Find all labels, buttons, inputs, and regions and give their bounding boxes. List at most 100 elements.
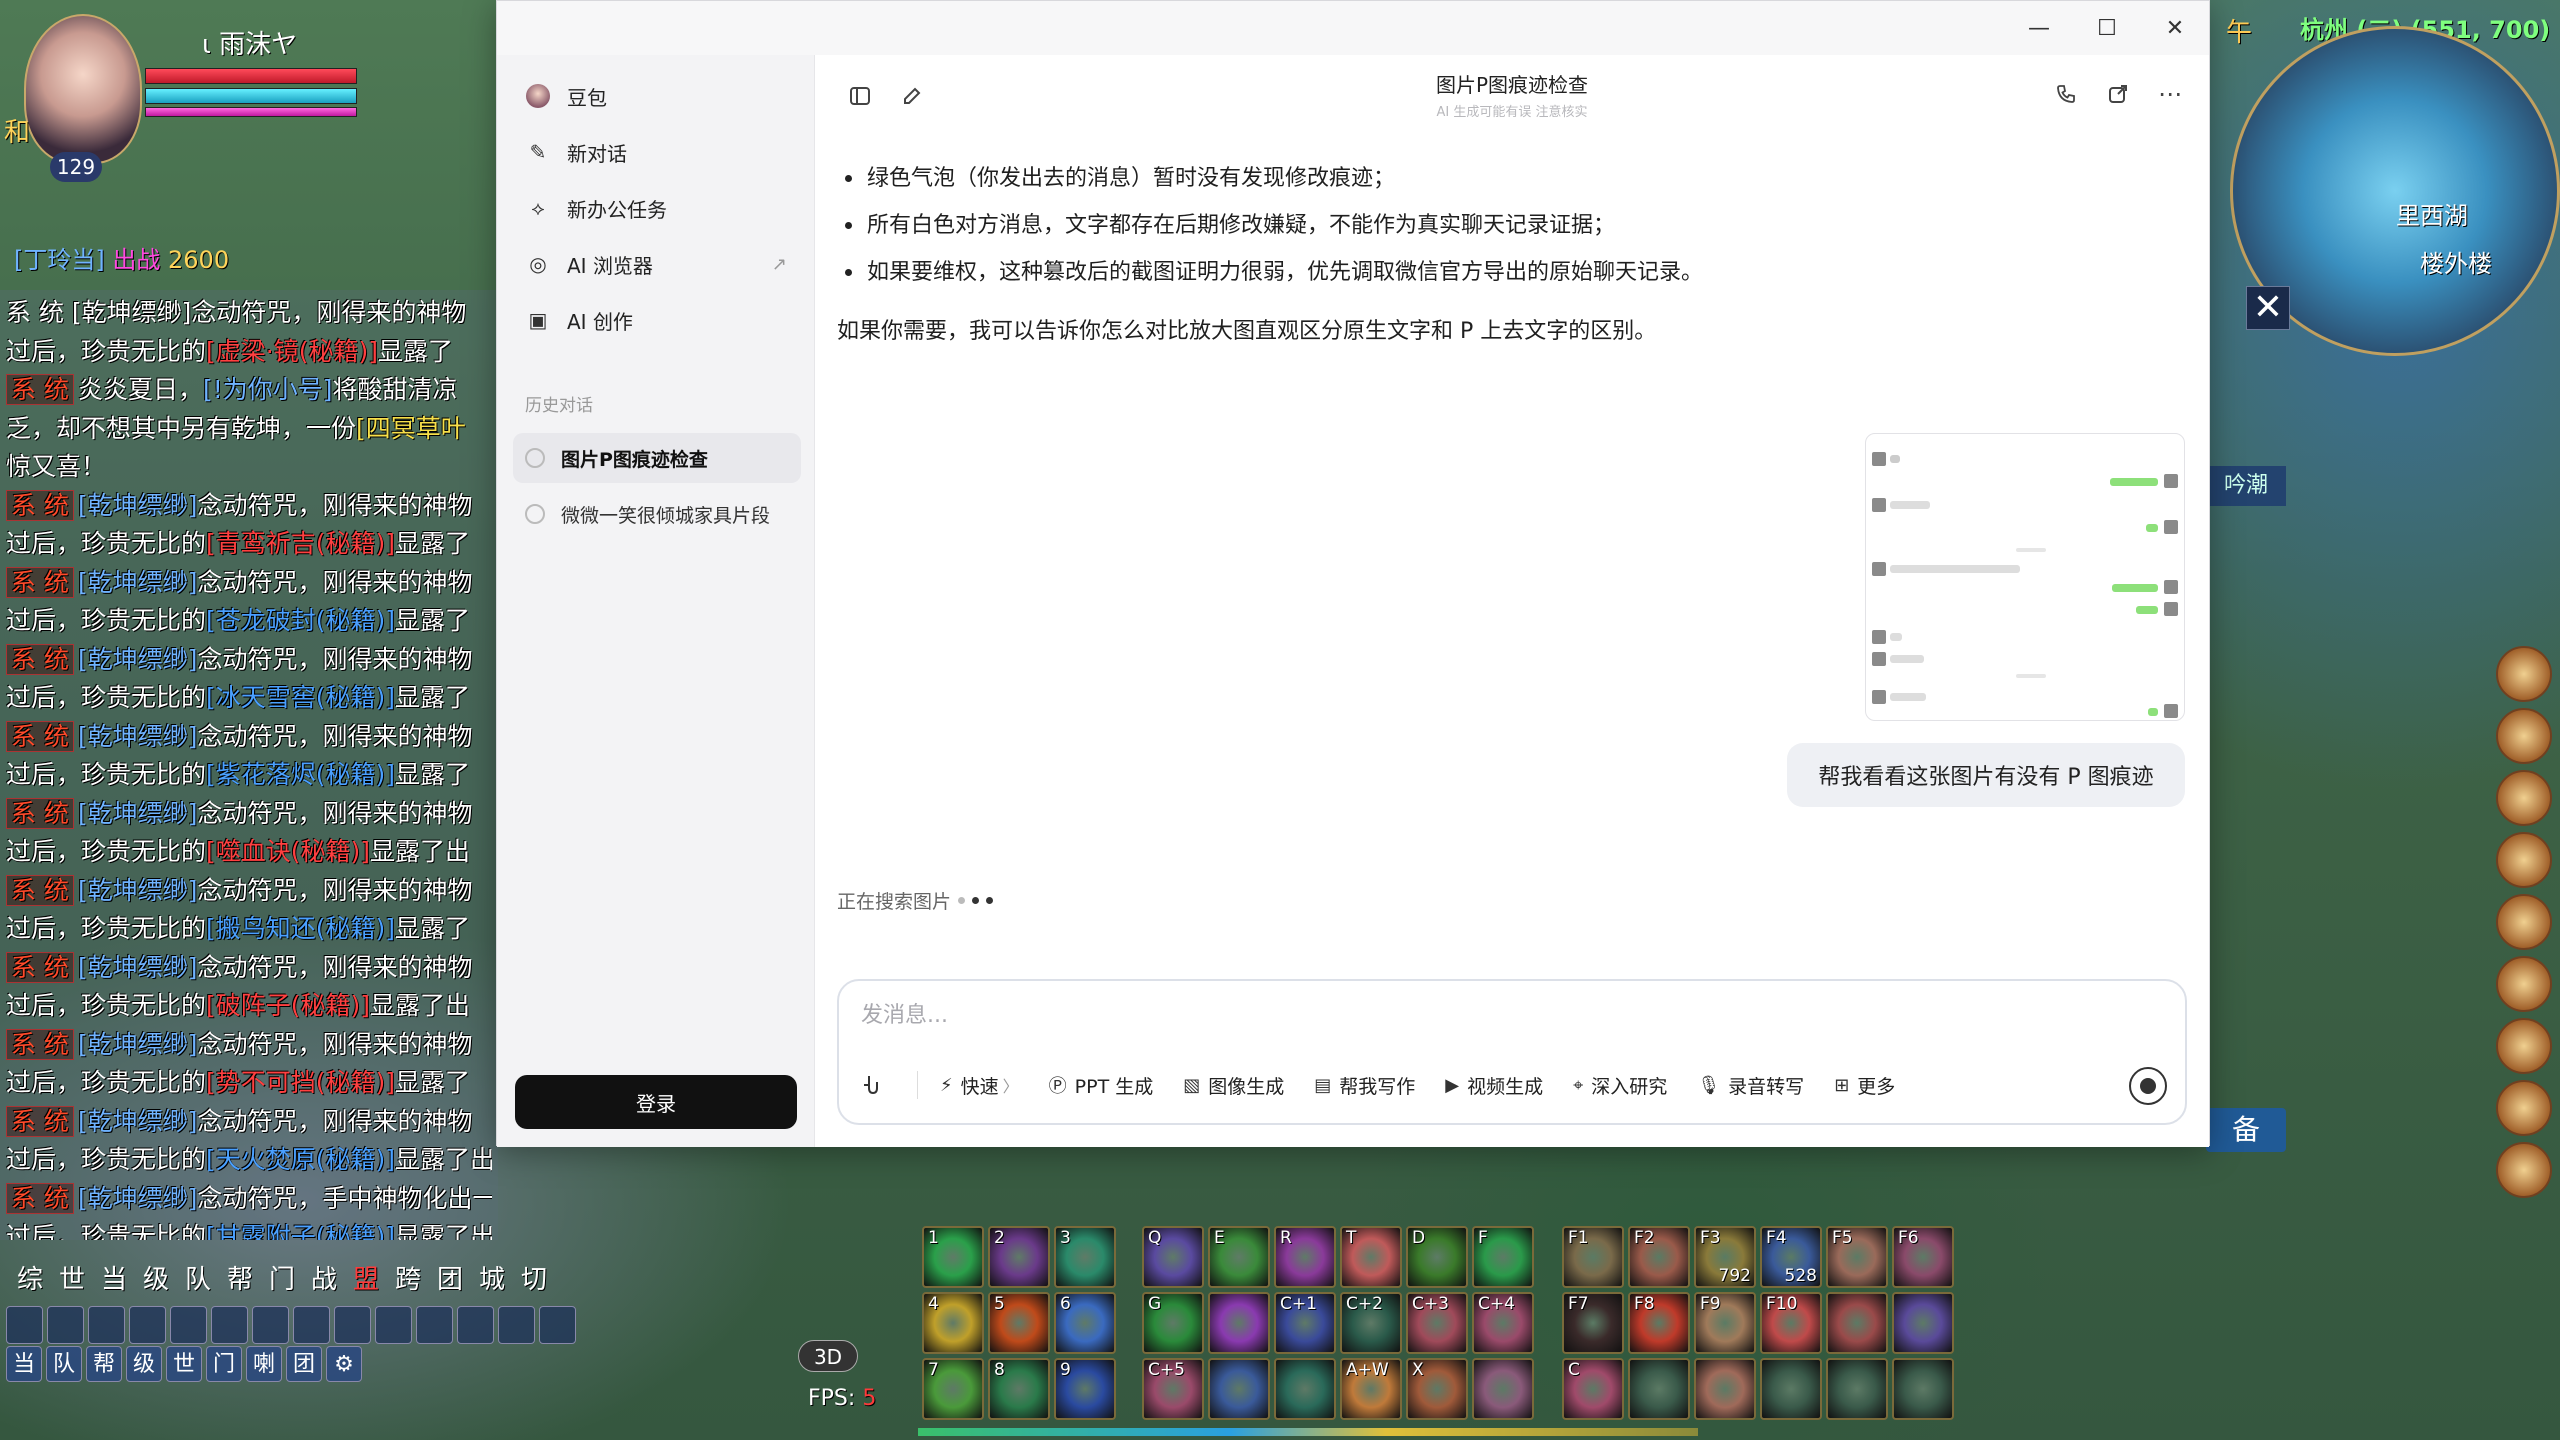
activity-icon[interactable]: [2496, 646, 2552, 702]
chat-name[interactable]: [乾坤缥缈]: [78, 953, 198, 982]
skill-slot[interactable]: [1694, 1358, 1756, 1420]
chat-tool-icon[interactable]: [211, 1306, 248, 1344]
quick-mode-button[interactable]: ⚡ 快速 〉: [940, 1072, 1019, 1099]
chat-item[interactable]: [苍龙破封(秘籍)]: [206, 606, 395, 635]
skill-slot[interactable]: 1: [922, 1226, 984, 1288]
chat-item[interactable]: [紫花落烬(秘籍)]: [206, 760, 395, 789]
chat-item[interactable]: [虚梁·镜(秘籍)]: [206, 337, 378, 366]
chat-tool-icon[interactable]: [416, 1306, 453, 1344]
side-panel-button[interactable]: 备: [2206, 1108, 2286, 1152]
chat-channel-tab[interactable]: 门: [262, 1258, 302, 1302]
skill-slot[interactable]: C: [1562, 1358, 1624, 1420]
activity-icon[interactable]: [2496, 832, 2552, 888]
history-item[interactable]: 微微一笑很倾城家具片段: [513, 489, 801, 539]
more-icon[interactable]: ⋯: [2155, 79, 2185, 109]
chat-channel-button[interactable]: 世: [166, 1346, 202, 1382]
chat-tool-icon[interactable]: [6, 1306, 43, 1344]
chat-name[interactable]: [乾坤缥缈]: [78, 1030, 198, 1059]
chat-channel-tab[interactable]: 城: [472, 1258, 512, 1302]
skill-slot[interactable]: [1208, 1292, 1270, 1354]
chat-channel-button[interactable]: 级: [126, 1346, 162, 1382]
skill-slot[interactable]: F4 528: [1760, 1226, 1822, 1288]
skill-slot[interactable]: C+5: [1142, 1358, 1204, 1420]
chat-channel-tab[interactable]: 队: [178, 1258, 218, 1302]
chat-tool-icon[interactable]: [334, 1306, 371, 1344]
share-icon[interactable]: [2103, 79, 2133, 109]
skill-slot[interactable]: T: [1340, 1226, 1402, 1288]
transcribe-button[interactable]: 🎙 录音转写: [1697, 1072, 1804, 1099]
chat-name[interactable]: [!为你小号]: [203, 375, 333, 404]
skill-slot[interactable]: F8: [1628, 1292, 1690, 1354]
skill-slot[interactable]: C+3: [1406, 1292, 1468, 1354]
chat-name[interactable]: [乾坤缥缈]: [78, 1107, 198, 1136]
deep-research-button[interactable]: ⌖ 深入研究: [1573, 1072, 1667, 1099]
chat-name[interactable]: [乾坤缥缈]: [78, 568, 198, 597]
voice-input-button[interactable]: [2129, 1067, 2167, 1105]
skill-slot[interactable]: [1274, 1358, 1336, 1420]
chat-tool-icon[interactable]: [375, 1306, 412, 1344]
skill-slot[interactable]: F7: [1562, 1292, 1624, 1354]
skill-slot[interactable]: 7: [922, 1358, 984, 1420]
skill-slot[interactable]: 9: [1054, 1358, 1116, 1420]
writing-button[interactable]: ▤ 帮我写作: [1314, 1072, 1415, 1099]
skill-slot[interactable]: F1: [1562, 1226, 1624, 1288]
skill-slot[interactable]: E: [1208, 1226, 1270, 1288]
activity-icon[interactable]: [2496, 1018, 2552, 1074]
skill-slot[interactable]: F5: [1826, 1226, 1888, 1288]
skill-slot[interactable]: F10: [1760, 1292, 1822, 1354]
sidebar-item-office-task[interactable]: ⟡ 新办公任务: [513, 183, 801, 233]
chat-tool-icon[interactable]: [88, 1306, 125, 1344]
activity-icon[interactable]: [2496, 708, 2552, 764]
chat-channel-button[interactable]: 门: [206, 1346, 242, 1382]
chat-channel-button[interactable]: 团: [286, 1346, 322, 1382]
activity-icon[interactable]: [2496, 1080, 2552, 1136]
image-generate-button[interactable]: ▧ 图像生成: [1183, 1072, 1284, 1099]
chat-channel-tab[interactable]: 战: [304, 1258, 344, 1302]
chat-name[interactable]: [乾坤缥缈]: [78, 491, 198, 520]
chat-tool-icon[interactable]: [293, 1306, 330, 1344]
skill-slot[interactable]: F9: [1694, 1292, 1756, 1354]
activity-icon[interactable]: [2496, 770, 2552, 826]
chat-channel-tab[interactable]: 帮: [220, 1258, 260, 1302]
chat-channel-button[interactable]: 帮: [86, 1346, 122, 1382]
minimize-icon[interactable]: —: [2005, 1, 2073, 55]
sidebar-brand[interactable]: 豆包: [513, 71, 801, 121]
history-item[interactable]: 图片P图痕迹检查: [513, 433, 801, 483]
skill-slot[interactable]: 2: [988, 1226, 1050, 1288]
sidebar-item-ai-create[interactable]: ▣ AI 创作: [513, 295, 801, 345]
chat-name[interactable]: [乾坤缥缈]: [78, 1184, 198, 1213]
chat-channel-button[interactable]: 当: [6, 1346, 42, 1382]
chat-name[interactable]: [乾坤缥缈]: [78, 876, 198, 905]
chat-channel-button[interactable]: ⚙: [326, 1346, 362, 1382]
chat-channel-tab[interactable]: 切: [514, 1258, 554, 1302]
chat-item[interactable]: [势不可挡(秘籍)]: [206, 1068, 395, 1097]
skill-slot[interactable]: [1472, 1358, 1534, 1420]
chat-name[interactable]: [乾坤缥缈]: [78, 722, 198, 751]
skill-slot[interactable]: D: [1406, 1226, 1468, 1288]
skill-slot[interactable]: [1892, 1292, 1954, 1354]
chat-name[interactable]: [乾坤缥缈]: [78, 645, 198, 674]
skill-slot[interactable]: [1826, 1292, 1888, 1354]
chat-item[interactable]: [四冥草叶: [356, 414, 466, 443]
chat-tool-icon[interactable]: [170, 1306, 207, 1344]
chat-item[interactable]: [搬鸟知还(秘籍)]: [206, 914, 395, 943]
skill-slot[interactable]: 4: [922, 1292, 984, 1354]
activity-icon[interactable]: [2496, 894, 2552, 950]
skill-slot[interactable]: A+W: [1340, 1358, 1402, 1420]
sidebar-item-ai-browser[interactable]: ◎ AI 浏览器 ↗: [513, 239, 801, 289]
skill-slot[interactable]: [1892, 1358, 1954, 1420]
attach-icon[interactable]: [855, 1067, 891, 1103]
skill-slot[interactable]: F3 792: [1694, 1226, 1756, 1288]
chat-channel-tab[interactable]: 团: [430, 1258, 470, 1302]
skill-slot[interactable]: X: [1406, 1358, 1468, 1420]
skill-slot[interactable]: G: [1142, 1292, 1204, 1354]
uploaded-image-thumbnail[interactable]: [1865, 433, 2185, 721]
login-button[interactable]: 登录: [515, 1075, 797, 1129]
chat-channel-tab[interactable]: 当: [94, 1258, 134, 1302]
skill-slot[interactable]: F6: [1892, 1226, 1954, 1288]
chat-item[interactable]: [冰天雪窖(秘籍)]: [206, 683, 395, 712]
chat-item[interactable]: [青鸾祈吉(秘籍)]: [206, 529, 395, 558]
chat-channel-button[interactable]: 队: [46, 1346, 82, 1382]
skill-slot[interactable]: [1760, 1358, 1822, 1420]
toggle-3d-button[interactable]: 3D: [798, 1340, 858, 1372]
